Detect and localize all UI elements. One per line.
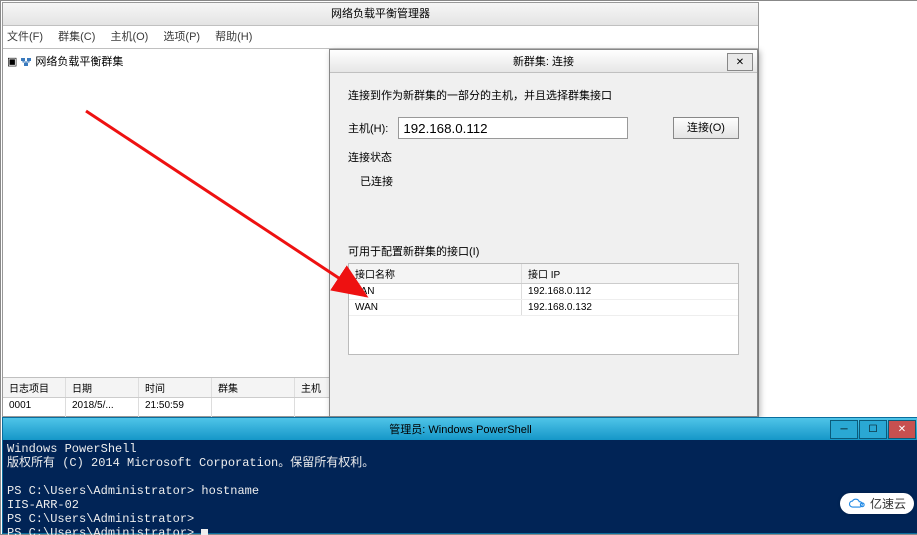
window-controls: ─ ☐ ✕: [830, 420, 916, 439]
log-col-item[interactable]: 日志项目: [3, 378, 66, 397]
log-col-cluster[interactable]: 群集: [212, 378, 295, 397]
minimize-button[interactable]: ─: [830, 420, 858, 439]
cell-name: WAN: [349, 300, 522, 315]
new-cluster-dialog: 新群集: 连接 ✕ 连接到作为新群集的一部分的主机，并且选择群集接口 主机(H)…: [329, 49, 758, 417]
grid-header: 接口名称 接口 IP: [349, 264, 738, 284]
ps-line: PS C:\Users\Administrator> hostname: [7, 484, 259, 498]
status-value: 已连接: [348, 169, 739, 193]
menu-help[interactable]: 帮助(H): [215, 31, 252, 43]
cell-name: LAN: [349, 284, 522, 299]
powershell-window: 管理员: Windows PowerShell ─ ☐ ✕ Windows Po…: [2, 417, 917, 534]
close-icon: ✕: [898, 424, 906, 435]
col-interface-name[interactable]: 接口名称: [349, 264, 522, 283]
maximize-button[interactable]: ☐: [859, 420, 887, 439]
dialog-titlebar[interactable]: 新群集: 连接 ✕: [330, 50, 757, 73]
log-cell-time: 21:50:59: [139, 398, 212, 417]
col-interface-ip[interactable]: 接口 IP: [522, 264, 738, 283]
host-row: 主机(H): 连接(O): [348, 117, 739, 139]
ps-line: IIS-ARR-02: [7, 498, 79, 512]
powershell-titlebar[interactable]: 管理员: Windows PowerShell ─ ☐ ✕: [3, 418, 917, 440]
ps-line: 版权所有 (C) 2014 Microsoft Corporation。保留所有…: [7, 456, 374, 470]
menu-file[interactable]: 文件(F): [7, 31, 43, 43]
log-cell-cluster: [212, 398, 295, 417]
ps-line: PS C:\Users\Administrator>: [7, 526, 201, 535]
status-label: 连接状态: [348, 149, 739, 165]
nlb-menu-bar: 文件(F) 群集(C) 主机(O) 选项(P) 帮助(H): [3, 26, 758, 49]
close-button[interactable]: ✕: [727, 53, 753, 71]
available-interfaces-label: 可用于配置新群集的接口(I): [348, 243, 739, 259]
host-input[interactable]: [398, 117, 628, 139]
expand-icon[interactable]: ▣: [7, 55, 17, 68]
log-cell-item: 0001: [3, 398, 66, 417]
log-col-date[interactable]: 日期: [66, 378, 139, 397]
maximize-icon: ☐: [869, 424, 878, 435]
ps-line: Windows PowerShell: [7, 442, 137, 456]
minimize-icon: ─: [840, 424, 847, 435]
watermark-text: 亿速云: [870, 495, 906, 512]
watermark: 亿速云: [840, 493, 914, 514]
cluster-tree[interactable]: ▣ 网络负载平衡群集: [3, 49, 332, 377]
table-row[interactable]: WAN 192.168.0.132: [349, 300, 738, 316]
menu-options[interactable]: 选项(P): [163, 31, 200, 43]
menu-cluster[interactable]: 群集(C): [58, 31, 95, 43]
menu-host[interactable]: 主机(O): [110, 31, 148, 43]
tree-root-label: 网络负载平衡群集: [35, 53, 123, 69]
powershell-title-text: 管理员: Windows PowerShell: [389, 421, 531, 437]
cell-ip: 192.168.0.112: [522, 284, 738, 299]
screenshot-frame: { "nlb": { "title": "网络负载平衡管理器", "menu":…: [0, 0, 917, 535]
dialog-title-text: 新群集: 连接: [513, 53, 574, 69]
dialog-body: 连接到作为新群集的一部分的主机，并且选择群集接口 主机(H): 连接(O) 连接…: [330, 73, 757, 369]
interfaces-grid[interactable]: 接口名称 接口 IP LAN 192.168.0.112 WAN 192.168…: [348, 263, 739, 355]
log-col-time[interactable]: 时间: [139, 378, 212, 397]
powershell-terminal[interactable]: Windows PowerShell 版权所有 (C) 2014 Microso…: [3, 440, 917, 533]
cluster-icon: [20, 55, 32, 67]
nlb-title: 网络负载平衡管理器: [3, 3, 758, 26]
connect-button[interactable]: 连接(O): [673, 117, 739, 139]
host-label: 主机(H):: [348, 120, 388, 136]
ps-line: PS C:\Users\Administrator>: [7, 512, 194, 526]
cell-ip: 192.168.0.132: [522, 300, 738, 315]
cloud-icon: [848, 498, 866, 510]
tree-root-item[interactable]: ▣ 网络负载平衡群集: [7, 53, 327, 69]
terminal-cursor: [201, 529, 208, 535]
close-icon: ✕: [736, 57, 744, 68]
close-button[interactable]: ✕: [888, 420, 916, 439]
table-row[interactable]: LAN 192.168.0.112: [349, 284, 738, 300]
dialog-instruction: 连接到作为新群集的一部分的主机，并且选择群集接口: [348, 87, 739, 103]
log-cell-date: 2018/5/...: [66, 398, 139, 417]
